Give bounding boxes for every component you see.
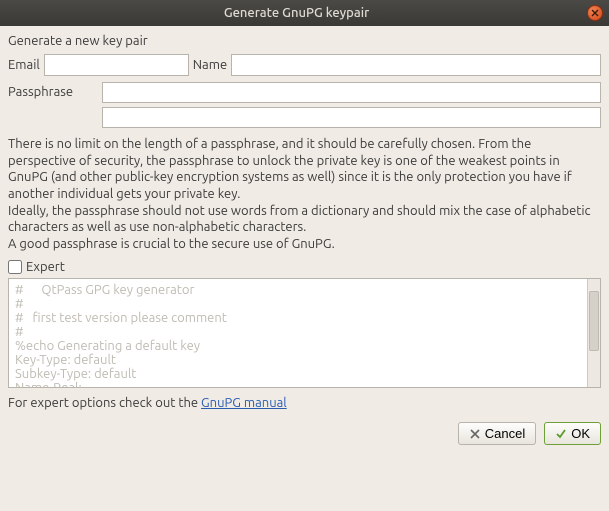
cancel-button[interactable]: Cancel bbox=[458, 422, 536, 445]
name-input[interactable] bbox=[231, 54, 601, 76]
close-icon bbox=[591, 9, 599, 17]
cancel-icon bbox=[469, 428, 481, 440]
expert-label: Expert bbox=[26, 260, 65, 274]
titlebar: Generate GnuPG keypair bbox=[0, 0, 609, 26]
scrollbar[interactable] bbox=[587, 279, 600, 387]
passphrase-label: Passphrase bbox=[8, 82, 96, 99]
passphrase-input[interactable] bbox=[102, 82, 601, 103]
ok-icon bbox=[555, 428, 567, 440]
expert-checkbox[interactable] bbox=[8, 260, 22, 274]
cancel-button-label: Cancel bbox=[485, 426, 525, 441]
help-text: There is no limit on the length of a pas… bbox=[8, 136, 601, 252]
window-title: Generate GnuPG keypair bbox=[6, 6, 587, 20]
email-input[interactable] bbox=[44, 54, 189, 76]
name-label: Name bbox=[193, 58, 227, 72]
close-button[interactable] bbox=[587, 5, 603, 21]
ok-button[interactable]: OK bbox=[544, 422, 601, 445]
expert-textarea-wrap: # QtPass GPG key generator # # first tes… bbox=[8, 278, 601, 388]
gnupg-manual-link[interactable]: GnuPG manual bbox=[201, 396, 287, 410]
expert-textarea[interactable]: # QtPass GPG key generator # # first tes… bbox=[9, 279, 587, 387]
page-heading: Generate a new key pair bbox=[8, 34, 601, 48]
scrollbar-thumb[interactable] bbox=[589, 291, 599, 351]
ok-button-label: OK bbox=[571, 426, 590, 441]
passphrase-confirm-input[interactable] bbox=[102, 107, 601, 128]
email-label: Email bbox=[8, 58, 40, 72]
expert-hint: For expert options check out the GnuPG m… bbox=[8, 396, 601, 410]
expert-hint-prefix: For expert options check out the bbox=[8, 396, 201, 410]
